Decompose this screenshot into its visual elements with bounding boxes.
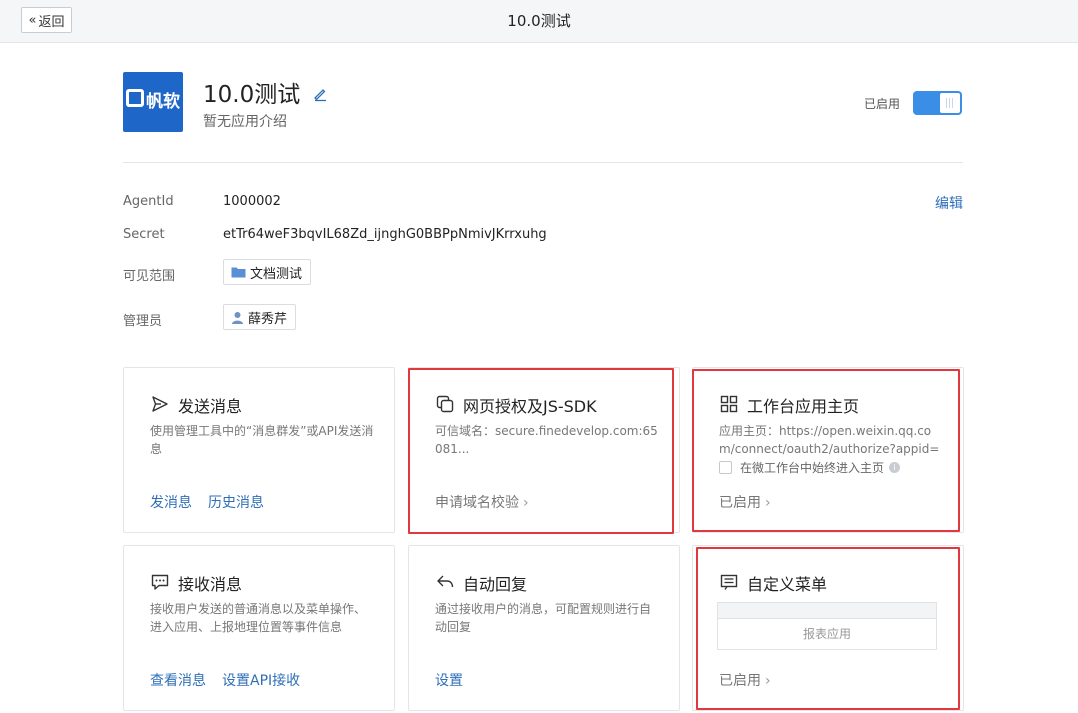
grid-apps-icon — [720, 395, 738, 413]
domain-verify-label: 申请域名校验 — [435, 495, 519, 511]
custom-menu-title: 自定义菜单 — [747, 575, 828, 594]
receive-message-desc: 接收用户发送的普通消息以及菜单操作、进入应用、上报地理位置等事件信息 — [150, 602, 367, 634]
secret-value: etTr64weF3bqvIL68Zd_ijnghG0BBPpNmivJKrrx… — [223, 227, 547, 242]
send-message-title: 发送消息 — [178, 397, 243, 416]
auto-reply-title: 自动回复 — [463, 575, 528, 594]
receive-message-card: 接收消息 接收用户发送的普通消息以及菜单操作、进入应用、上报地理位置等事件信息 … — [123, 545, 395, 711]
agentid-label: AgentId — [123, 194, 174, 209]
visible-scope-tag-label: 文档测试 — [250, 266, 303, 282]
send-message-links: 发消息 历史消息 — [150, 492, 264, 512]
double-chevron-left-icon: « — [28, 12, 37, 28]
send-message-card: 发送消息 使用管理工具中的“消息群发”或API发送消息 发消息 历史消息 — [123, 367, 395, 533]
reply-arrow-icon — [437, 575, 454, 588]
app-logo: 帆软 — [123, 72, 183, 132]
auto-reply-desc: 通过接收用户的消息，可配置规则进行自动回复 — [435, 602, 652, 634]
chevron-right-icon: › — [523, 495, 529, 511]
workbench-home-card: 工作台应用主页 应用主页：https://open.weixin.qq.com/… — [692, 367, 964, 533]
section-divider — [123, 162, 963, 163]
workbench-home-desc: 应用主页：https://open.weixin.qq.com/connect/… — [719, 424, 940, 456]
chat-bubble-icon — [151, 574, 169, 590]
custom-menu-status-link[interactable]: 已启用 › — [719, 670, 771, 690]
domain-verify-link[interactable]: 申请域名校验 › — [435, 492, 529, 512]
visible-scope-tag[interactable]: 文档测试 — [223, 259, 312, 285]
edit-info-link[interactable]: 编辑 — [935, 193, 963, 213]
send-icon — [152, 396, 168, 412]
info-icon[interactable]: i — [889, 462, 901, 473]
chevron-right-icon: › — [765, 495, 771, 511]
chevron-right-icon: › — [765, 673, 771, 689]
web-auth-desc: 可信域名：secure.finedevelop.com:65081... — [435, 424, 658, 456]
send-message-link[interactable]: 发消息 — [150, 492, 192, 512]
menu-preview-top — [718, 603, 936, 619]
app-enable-toggle[interactable] — [913, 91, 962, 115]
admin-tag-label: 薛秀芹 — [248, 311, 288, 327]
app-description: 暂无应用介绍 — [203, 114, 287, 130]
auto-reply-settings-link[interactable]: 设置 — [435, 670, 463, 690]
web-auth-card: 网页授权及JS-SDK 可信域名：secure.finedevelop.com:… — [408, 367, 680, 533]
receive-message-links: 查看消息 设置API接收 — [150, 670, 300, 690]
agentid-value: 1000002 — [223, 194, 281, 209]
user-icon — [232, 311, 243, 324]
custom-menu-preview: 报表应用 — [717, 602, 937, 650]
menu-list-icon — [720, 574, 738, 590]
top-bar: 10.0测试 « 返回 — [0, 0, 1078, 43]
always-enter-home-option: 在微工作台中始终进入主页 i — [719, 459, 901, 476]
secret-label: Secret — [123, 227, 165, 242]
web-auth-title: 网页授权及JS-SDK — [463, 397, 597, 416]
app-status-label: 已启用 — [864, 97, 901, 111]
always-enter-home-checkbox[interactable] — [719, 461, 732, 474]
back-button[interactable]: « 返回 — [21, 7, 72, 33]
auto-reply-links: 设置 — [435, 670, 463, 690]
message-history-link[interactable]: 历史消息 — [208, 492, 264, 512]
menu-preview-item[interactable]: 报表应用 — [718, 619, 936, 649]
app-name: 10.0测试 — [203, 82, 301, 108]
receive-message-title: 接收消息 — [178, 575, 243, 594]
visible-scope-label: 可见范围 — [123, 269, 176, 284]
set-api-receive-link[interactable]: 设置API接收 — [222, 670, 300, 690]
admin-tag[interactable]: 薛秀芹 — [223, 304, 297, 330]
page-title: 10.0测试 — [507, 12, 571, 30]
logo-mark-icon — [126, 89, 144, 107]
custom-menu-card: 自定义菜单 报表应用 已启用 › — [692, 545, 964, 711]
folder-icon — [231, 267, 246, 278]
auto-reply-card: 自动回复 通过接收用户的消息，可配置规则进行自动回复 设置 — [408, 545, 680, 711]
workbench-home-title: 工作台应用主页 — [747, 397, 860, 416]
send-message-desc: 使用管理工具中的“消息群发”或API发送消息 — [150, 424, 374, 456]
always-enter-home-label: 在微工作台中始终进入主页 — [740, 461, 885, 475]
workbench-status-link[interactable]: 已启用 › — [719, 492, 771, 512]
admin-label: 管理员 — [123, 314, 163, 329]
back-button-label: 返回 — [38, 14, 65, 30]
copy-window-icon — [436, 395, 454, 413]
logo-text: 帆软 — [146, 92, 180, 112]
custom-menu-status-label: 已启用 — [719, 673, 761, 689]
workbench-status-label: 已启用 — [719, 495, 761, 511]
pencil-edit-icon[interactable] — [312, 86, 328, 102]
toggle-knob — [940, 93, 960, 113]
view-messages-link[interactable]: 查看消息 — [150, 670, 206, 690]
